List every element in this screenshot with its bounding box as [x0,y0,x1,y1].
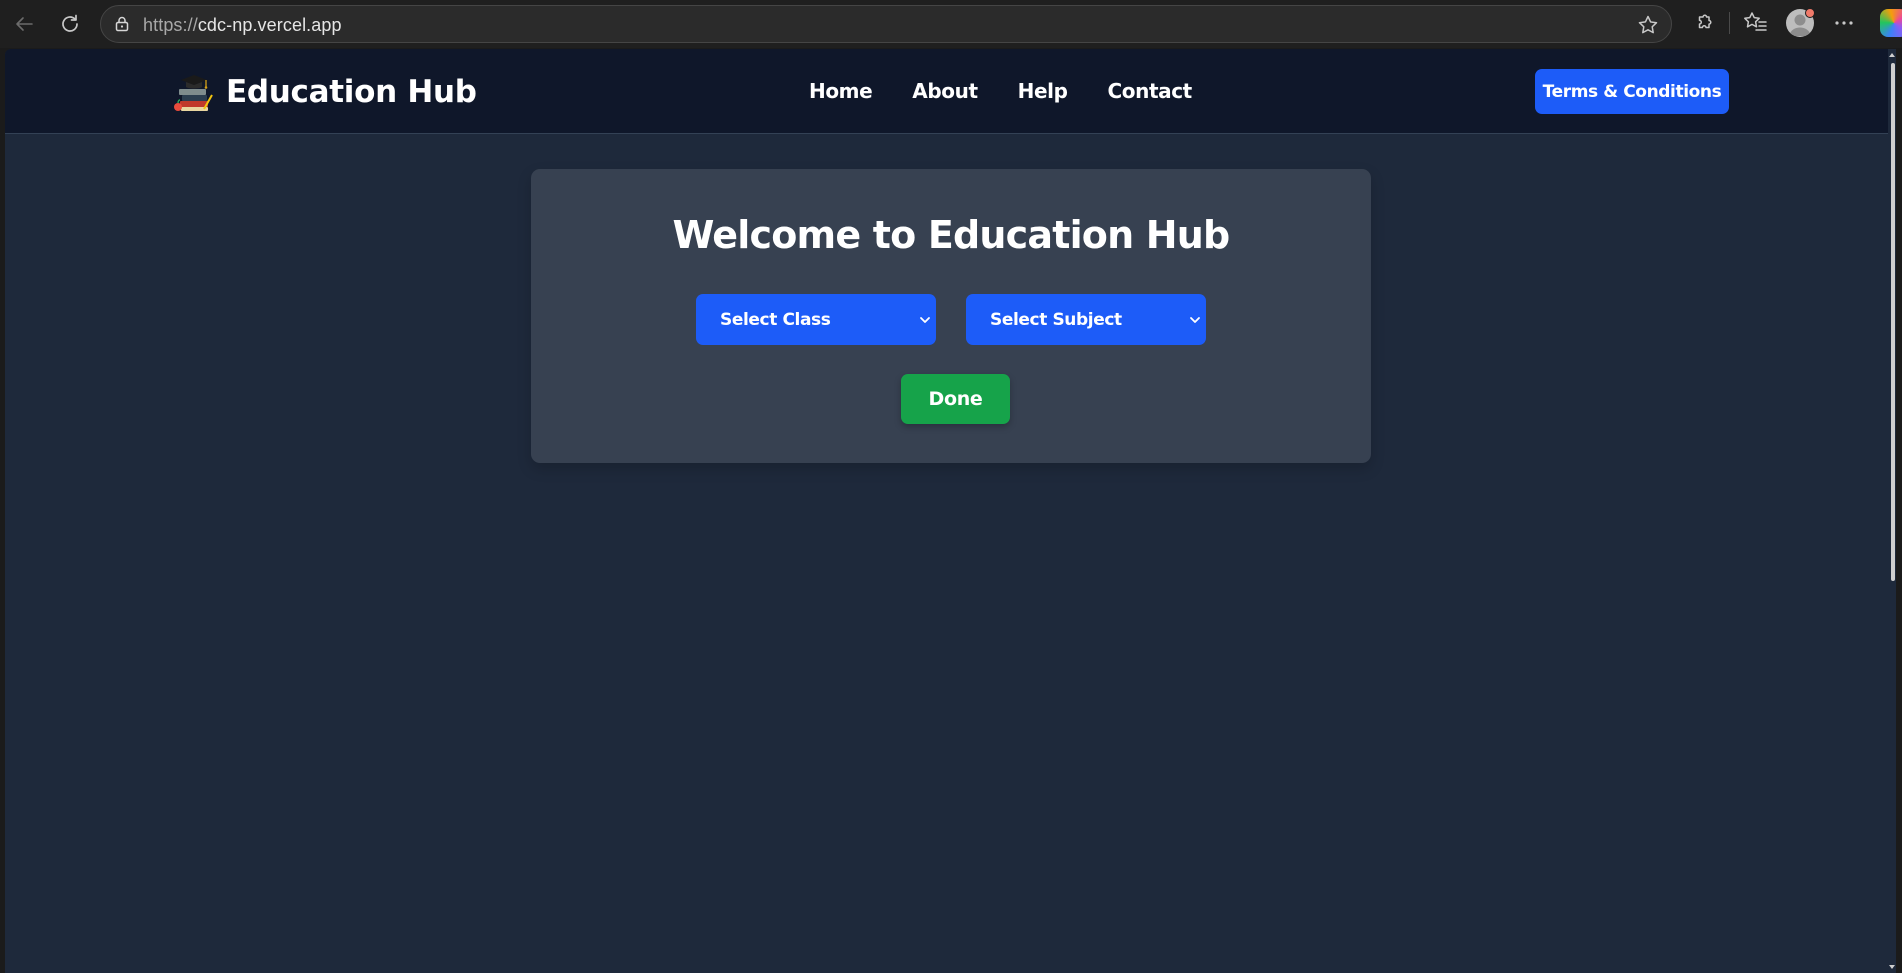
back-button[interactable] [7,7,41,41]
nav-link-help[interactable]: Help [1018,79,1068,103]
brand[interactable]: Education Hub [171,69,477,115]
favorites-icon[interactable] [1742,10,1768,34]
chevron-down-icon [1190,317,1200,323]
address-bar[interactable]: https://cdc-np.vercel.app [100,5,1672,43]
welcome-card: Welcome to Education Hub Select Class Se… [531,169,1371,463]
reload-icon [62,14,78,32]
chevron-down-icon [920,317,930,323]
back-icon [16,17,33,31]
nav-link-home[interactable]: Home [809,79,873,103]
nav-link-about[interactable]: About [912,79,978,103]
page-viewport: Education Hub Home About Help Contact Te… [5,49,1896,973]
scroll-thumb[interactable] [1891,63,1895,581]
lock-icon[interactable] [113,15,131,33]
url-text[interactable]: https://cdc-np.vercel.app [143,15,342,36]
reload-button[interactable] [53,7,87,41]
page-title: Welcome to Education Hub [672,213,1231,257]
class-select-value: Select Class [720,309,831,330]
copilot-icon[interactable] [1880,9,1902,37]
main-nav: Home About Help Contact [809,79,1192,103]
site-header: Education Hub Home About Help Contact Te… [5,49,1896,134]
terms-conditions-button[interactable]: Terms & Conditions [1535,69,1729,114]
notification-badge [1805,8,1815,18]
more-menu-icon[interactable] [1832,12,1856,34]
url-scheme: https:// [143,15,198,35]
nav-link-contact[interactable]: Contact [1108,79,1193,103]
subject-select-value: Select Subject [990,309,1122,330]
subject-select[interactable]: Select Subject [966,294,1206,345]
extensions-icon[interactable] [1692,10,1716,34]
vertical-scrollbar[interactable] [1888,49,1896,973]
toolbar-divider [1729,12,1730,34]
star-icon[interactable] [1637,14,1659,36]
done-button[interactable]: Done [901,374,1010,424]
class-select[interactable]: Select Class [696,294,936,345]
brand-name: Education Hub [226,74,477,110]
url-host: cdc-np.vercel.app [197,15,342,35]
scroll-up-arrow-icon[interactable] [1888,51,1896,59]
scroll-down-arrow-icon[interactable] [1888,963,1896,971]
browser-toolbar: https://cdc-np.vercel.app [0,0,1902,48]
books-graduation-cap-icon [174,75,213,111]
